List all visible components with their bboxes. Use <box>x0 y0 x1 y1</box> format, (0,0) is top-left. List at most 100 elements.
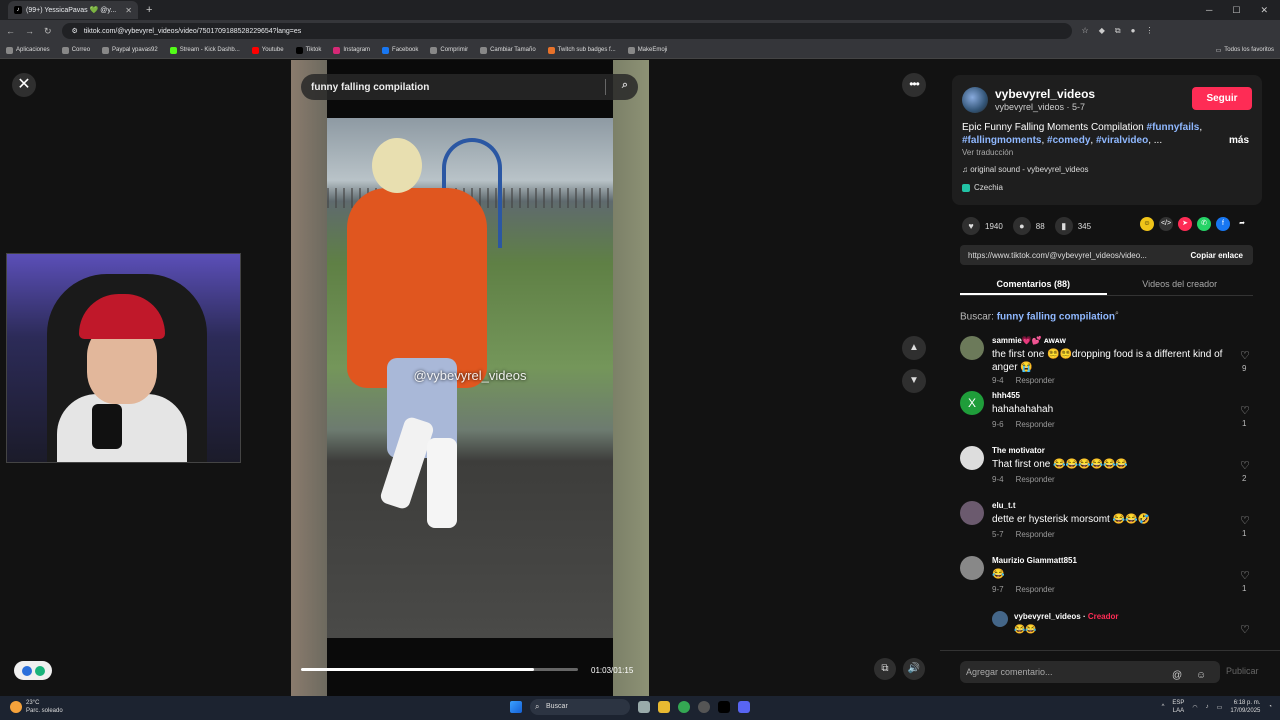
taskbar-search[interactable]: Buscar <box>530 699 630 715</box>
reply-username[interactable]: vybevyrel_videos · Creador <box>1014 612 1119 621</box>
bookmark-mail[interactable]: Correo <box>61 46 90 54</box>
bookmark-tiktok[interactable]: Tiktok <box>295 46 321 54</box>
pip-button[interactable]: ⧉ <box>874 658 896 680</box>
close-video-button[interactable]: ✕ <box>12 73 36 97</box>
embed-icon[interactable]: </> <box>1159 217 1173 231</box>
comment-avatar[interactable] <box>960 336 984 360</box>
comment-button[interactable]: ● 88 <box>1012 217 1045 235</box>
bookmark-apps[interactable]: Aplicaciones <box>6 46 50 54</box>
bookmark-resize[interactable]: Cambiar Tamaño <box>480 46 536 54</box>
hashtag-link[interactable]: #funnyfails <box>1147 122 1200 133</box>
publish-button[interactable]: Publicar <box>1226 666 1259 676</box>
post-link[interactable]: https://www.tiktok.com/@vybevyrel_videos… <box>960 251 1181 260</box>
bookmark-youtube[interactable]: Youtube <box>251 46 284 54</box>
tray-chevron-icon[interactable]: ^ <box>1162 704 1165 710</box>
follow-button[interactable]: Seguir <box>1192 87 1252 110</box>
next-video-button[interactable]: ▼ <box>902 369 926 393</box>
more-options-button[interactable]: ••• <box>902 73 926 97</box>
more-description-button[interactable]: más <box>1229 135 1249 146</box>
previous-video-button[interactable]: ▲ <box>902 336 926 360</box>
bookmark-facebook[interactable]: Facebook <box>382 46 418 54</box>
volume-button[interactable]: 🔊 <box>903 658 925 680</box>
puzzle-icon[interactable]: ⧉ <box>1115 26 1121 36</box>
browser-tab[interactable]: ♪ (99+) YessicaPavas 💚 @y... ✕ <box>8 1 138 19</box>
reply-button[interactable]: Responder <box>1016 420 1055 429</box>
video-player[interactable]: @vybevyrel_videos <box>291 60 649 696</box>
reply-heart-icon[interactable]: ♡ <box>1240 623 1250 636</box>
bookmark-kick[interactable]: Stream - Kick Dashb... <box>169 46 240 54</box>
comment-username[interactable]: sammie💗💕 ᴀᴡᴀᴡ <box>992 336 1066 345</box>
site-info-icon[interactable]: ⚙ <box>72 27 78 35</box>
location-link[interactable]: Czechia <box>962 183 1003 192</box>
file-manager-icon[interactable] <box>638 701 650 713</box>
language-indicator[interactable]: ESP LAA <box>1172 699 1184 715</box>
extension-icon[interactable]: ◆ <box>1099 26 1105 36</box>
save-button[interactable]: ▮ 345 <box>1054 217 1091 235</box>
video-frame[interactable]: @vybevyrel_videos <box>327 118 613 638</box>
window-close-icon[interactable]: ✕ <box>1260 5 1268 16</box>
comment-username[interactable]: hhh455 <box>992 391 1020 400</box>
forward-icon[interactable]: → <box>25 26 34 36</box>
reload-icon[interactable]: ↻ <box>44 26 52 37</box>
reply-avatar[interactable] <box>992 611 1008 627</box>
creator-username[interactable]: vybevyrel_videos <box>995 87 1095 101</box>
related-search-link[interactable]: funny falling compilation <box>997 311 1115 322</box>
bookmark-instagram[interactable]: Instagram <box>333 46 370 54</box>
profile-icon[interactable]: ● <box>1131 26 1136 36</box>
tab-creator-videos[interactable]: Videos del creador <box>1107 274 1254 295</box>
comment-avatar[interactable] <box>960 556 984 580</box>
back-icon[interactable]: ← <box>6 26 15 36</box>
hashtag-link[interactable]: #fallingmoments <box>962 135 1041 146</box>
notifications-icon[interactable]: ◔ <box>1268 704 1272 710</box>
video-progress-bar[interactable] <box>301 668 578 671</box>
translate-link[interactable]: Ver traducción <box>962 148 1013 157</box>
bookmark-makeemoji[interactable]: MakeEmoji <box>627 46 667 54</box>
creator-avatar[interactable] <box>962 87 988 113</box>
tab-close-icon[interactable]: ✕ <box>125 6 132 15</box>
tiktok-app-icon[interactable] <box>718 701 730 713</box>
copy-link-button[interactable]: Copiar enlace <box>1181 251 1253 260</box>
minimize-icon[interactable]: ─ <box>1206 5 1212 16</box>
all-favorites[interactable]: ▭ Todos los favoritos <box>1216 47 1274 54</box>
folder-app-icon[interactable] <box>658 701 670 713</box>
like-button[interactable]: ♥ 1940 <box>962 217 1003 235</box>
comment-heart-icon[interactable]: ♡ <box>1240 459 1250 472</box>
star-icon[interactable]: ☆ <box>1082 26 1089 36</box>
comment-heart-icon[interactable]: ♡ <box>1240 569 1250 582</box>
comment-username[interactable]: elu_t.t <box>992 501 1016 510</box>
bookmark-twitch[interactable]: Twitch sub badges f... <box>547 46 616 54</box>
comment-username[interactable]: Maurizio Giammatt851 <box>992 556 1077 565</box>
add-comment-input[interactable]: Agregar comentario... @ ☺ <box>960 661 1220 683</box>
reply-button[interactable]: Responder <box>1016 585 1055 594</box>
menu-icon[interactable]: ⋮ <box>1145 26 1153 36</box>
comment-heart-icon[interactable]: ♡ <box>1240 514 1250 527</box>
video-search-bar[interactable]: funny falling compilation ⌕ <box>301 74 638 100</box>
tab-comments[interactable]: Comentarios (88) <box>960 274 1107 295</box>
hashtag-link[interactable]: #comedy <box>1047 135 1090 146</box>
facebook-share-icon[interactable]: f <box>1216 217 1230 231</box>
wifi-icon[interactable]: ◠ <box>1192 704 1197 711</box>
bookmark-compress[interactable]: Comprimir <box>430 46 468 54</box>
speaker-icon[interactable]: ♪ <box>1206 704 1209 710</box>
comment-avatar[interactable] <box>960 501 984 525</box>
url-field[interactable]: ⚙ tiktok.com/@vybevyrel_videos/video/750… <box>61 23 1072 39</box>
obs-icon[interactable] <box>698 701 710 713</box>
share-arrow-icon[interactable]: ➦ <box>1235 217 1249 231</box>
emoji-icon[interactable]: ☺ <box>1196 665 1206 687</box>
new-tab-button[interactable]: + <box>146 4 152 16</box>
send-icon[interactable]: ➤ <box>1178 217 1192 231</box>
reply-button[interactable]: Responder <box>1016 530 1055 539</box>
windows-start-icon[interactable] <box>510 701 522 713</box>
comment-heart-icon[interactable]: ♡ <box>1240 349 1250 362</box>
bookmark-paypal[interactable]: Paypal ypavas92 <box>102 46 158 54</box>
coin-icon[interactable]: ☺ <box>1140 217 1154 231</box>
hashtag-link[interactable]: #viralvideo <box>1096 135 1148 146</box>
reply-button[interactable]: Responder <box>1016 376 1055 385</box>
weather-widget[interactable]: 23°C Parc. soleado <box>10 699 63 715</box>
comment-avatar[interactable]: X <box>960 391 984 415</box>
floating-extension-pill[interactable] <box>14 661 52 680</box>
clock[interactable]: 6:18 p. m. 17/09/2025 <box>1230 699 1260 715</box>
chrome-icon[interactable] <box>678 701 690 713</box>
battery-icon[interactable]: ▭ <box>1217 704 1223 711</box>
search-icon[interactable]: ⌕ <box>622 79 628 92</box>
